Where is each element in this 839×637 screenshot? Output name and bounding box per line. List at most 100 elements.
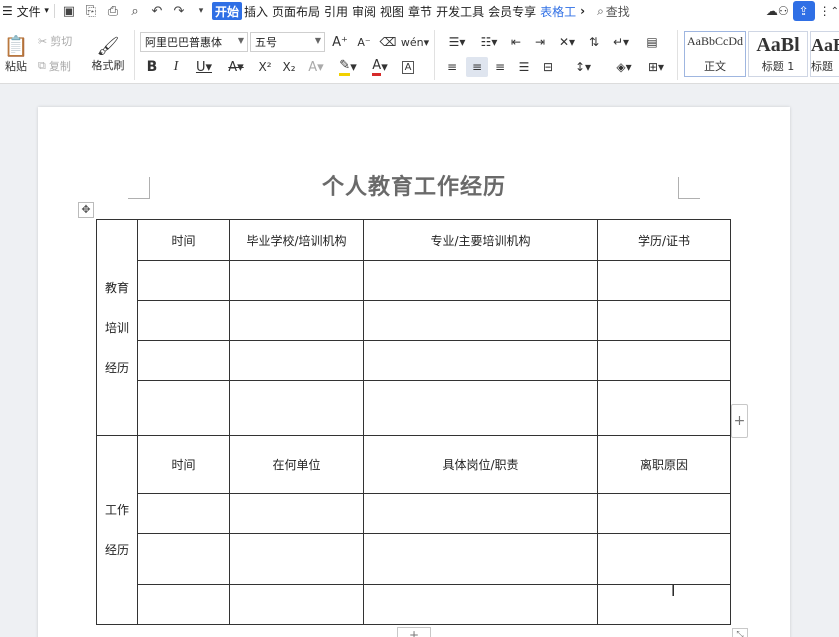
shrink-font-icon[interactable]: A⁻ xyxy=(354,32,374,52)
table-cell[interactable] xyxy=(229,493,364,534)
search-button[interactable]: ⌕ 查找 xyxy=(597,3,630,20)
copy-button[interactable]: ⧉ 复制 xyxy=(38,57,71,75)
table-cell[interactable] xyxy=(229,533,364,585)
increase-indent-icon[interactable]: ⇥ xyxy=(530,32,550,52)
table-cell[interactable] xyxy=(363,260,598,301)
more-tabs-icon[interactable]: › xyxy=(578,0,587,22)
numbered-list-icon[interactable]: ☷▾ xyxy=(474,32,504,52)
decrease-indent-icon[interactable]: ⇤ xyxy=(506,32,526,52)
add-row-button[interactable]: + xyxy=(397,627,431,637)
line-spacing-icon[interactable]: ↕▾ xyxy=(568,57,598,77)
tab-home[interactable]: 开始 xyxy=(211,2,242,20)
table-cell[interactable] xyxy=(137,300,230,341)
phonetic-guide-icon[interactable]: wén▾ xyxy=(401,32,429,52)
table-cell[interactable] xyxy=(229,380,364,436)
table-cell[interactable] xyxy=(597,584,731,625)
redo-icon[interactable]: ↷ xyxy=(168,1,190,21)
print-preview-icon[interactable]: ⌕ xyxy=(124,1,146,21)
table-cell[interactable] xyxy=(137,260,230,301)
table-cell[interactable] xyxy=(363,533,598,585)
work-side-cell[interactable]: 工作 经历 xyxy=(96,435,138,625)
print-icon[interactable]: ⎙ xyxy=(102,1,124,21)
font-name-select[interactable]: 阿里巴巴普惠体 ▼ xyxy=(140,32,248,52)
table-header-cell[interactable]: 在何单位 xyxy=(229,435,364,494)
shading-icon[interactable]: ◈▾ xyxy=(610,57,638,77)
justify-icon[interactable]: ☰ xyxy=(514,57,534,77)
tab-review[interactable]: 审阅 xyxy=(350,0,378,22)
more-options-icon[interactable]: ⋮ xyxy=(819,4,831,18)
bullet-list-icon[interactable]: ☰▾ xyxy=(442,32,472,52)
tab-view[interactable]: 视图 xyxy=(378,0,406,22)
table-border-icon[interactable]: ▤ xyxy=(640,32,664,52)
italic-icon[interactable]: I xyxy=(166,57,186,77)
text-effect-icon[interactable]: A▾ xyxy=(302,57,330,77)
table-cell[interactable] xyxy=(597,533,731,585)
chinese-layout-icon[interactable]: ✕▾ xyxy=(554,32,580,52)
tab-page-layout[interactable]: 页面布局 xyxy=(270,0,322,22)
document-title[interactable]: 个人教育工作经历 xyxy=(38,169,790,201)
subscript-icon[interactable]: X₂ xyxy=(278,57,300,77)
table-header-cell[interactable]: 具体岗位/职责 xyxy=(363,435,598,494)
superscript-icon[interactable]: X² xyxy=(254,57,276,77)
distributed-icon[interactable]: ⊟ xyxy=(538,57,558,77)
style-title[interactable]: AaBl 标题 xyxy=(810,31,839,77)
font-size-select[interactable]: 五号 ▼ xyxy=(250,32,325,52)
underline-icon[interactable]: U▾ xyxy=(190,57,218,77)
cloud-sync-icon[interactable]: ☁ xyxy=(766,4,778,18)
tab-member[interactable]: 会员专享 xyxy=(486,0,538,22)
tab-developer[interactable]: 开发工具 xyxy=(434,0,486,22)
show-marks-icon[interactable]: ↵▾ xyxy=(608,32,634,52)
table-cell[interactable] xyxy=(597,380,731,436)
sort-icon[interactable]: ⇅ xyxy=(584,32,604,52)
table-cell[interactable] xyxy=(597,340,731,381)
format-painter-button[interactable]: 🖌 格式刷 xyxy=(88,30,128,78)
font-color-icon[interactable]: A ▾ xyxy=(366,57,394,77)
table-cell[interactable] xyxy=(229,340,364,381)
table-cell[interactable] xyxy=(363,584,598,625)
quick-access-dropdown-icon[interactable]: ▾ xyxy=(190,1,212,21)
document-page[interactable]: 个人教育工作经历 ✥ 教育 培训 经历 时间 毕业学校/培训机构 专业/主要培训… xyxy=(38,107,790,637)
table-cell[interactable] xyxy=(229,260,364,301)
table-cell[interactable] xyxy=(597,260,731,301)
save-icon[interactable]: ▣ xyxy=(58,1,80,21)
table-header-cell[interactable]: 毕业学校/培训机构 xyxy=(229,219,364,261)
resume-table[interactable]: 教育 培训 经历 时间 毕业学校/培训机构 专业/主要培训机构 学历/证书 工作 xyxy=(96,219,731,625)
share-icon[interactable]: ⇪ xyxy=(792,1,815,21)
tab-table-tools[interactable]: 表格工 xyxy=(538,0,578,22)
highlight-icon[interactable]: ✎ ▾ xyxy=(334,57,362,77)
align-center-icon[interactable]: ≡ xyxy=(466,57,488,77)
char-border-icon[interactable]: A xyxy=(398,57,418,77)
borders-icon[interactable]: ⊞▾ xyxy=(642,57,670,77)
strikethrough-icon[interactable]: A▾ xyxy=(222,57,250,77)
bold-icon[interactable]: B xyxy=(142,57,162,77)
table-cell[interactable] xyxy=(137,380,230,436)
table-cell[interactable] xyxy=(363,493,598,534)
tab-references[interactable]: 引用 xyxy=(322,0,350,22)
cut-button[interactable]: ✂ 剪切 xyxy=(38,32,72,50)
collaborate-icon[interactable]: ⚇ xyxy=(778,4,789,18)
table-cell[interactable] xyxy=(137,493,230,534)
table-cell[interactable] xyxy=(597,493,731,534)
table-resize-handle-icon[interactable]: ⤡ xyxy=(732,628,748,637)
table-cell[interactable] xyxy=(137,584,230,625)
undo-icon[interactable]: ↶ xyxy=(146,1,168,21)
align-right-icon[interactable]: ≡ xyxy=(490,57,510,77)
table-header-cell[interactable]: 学历/证书 xyxy=(597,219,731,261)
clear-format-icon[interactable]: ⌫ xyxy=(378,32,398,52)
table-header-cell[interactable]: 专业/主要培训机构 xyxy=(363,219,598,261)
paste-button[interactable]: 📋 粘贴 xyxy=(0,30,32,78)
hamburger-menu-button[interactable]: ☰ 文件 ▾ xyxy=(0,0,51,22)
tab-insert[interactable]: 插入 xyxy=(242,0,270,22)
education-side-cell[interactable]: 教育 培训 经历 xyxy=(96,219,138,436)
table-cell[interactable] xyxy=(137,340,230,381)
style-normal[interactable]: AaBbCcDd 正文 xyxy=(684,31,746,77)
table-header-cell[interactable]: 时间 xyxy=(137,219,230,261)
grow-font-icon[interactable]: A⁺ xyxy=(330,32,350,52)
table-cell[interactable] xyxy=(363,340,598,381)
table-cell[interactable] xyxy=(137,533,230,585)
collapse-ribbon-icon[interactable]: ⌃ xyxy=(831,6,839,17)
table-cell[interactable] xyxy=(363,300,598,341)
add-column-button[interactable]: + xyxy=(731,404,748,438)
tab-chapter[interactable]: 章节 xyxy=(406,0,434,22)
table-cell[interactable] xyxy=(229,584,364,625)
